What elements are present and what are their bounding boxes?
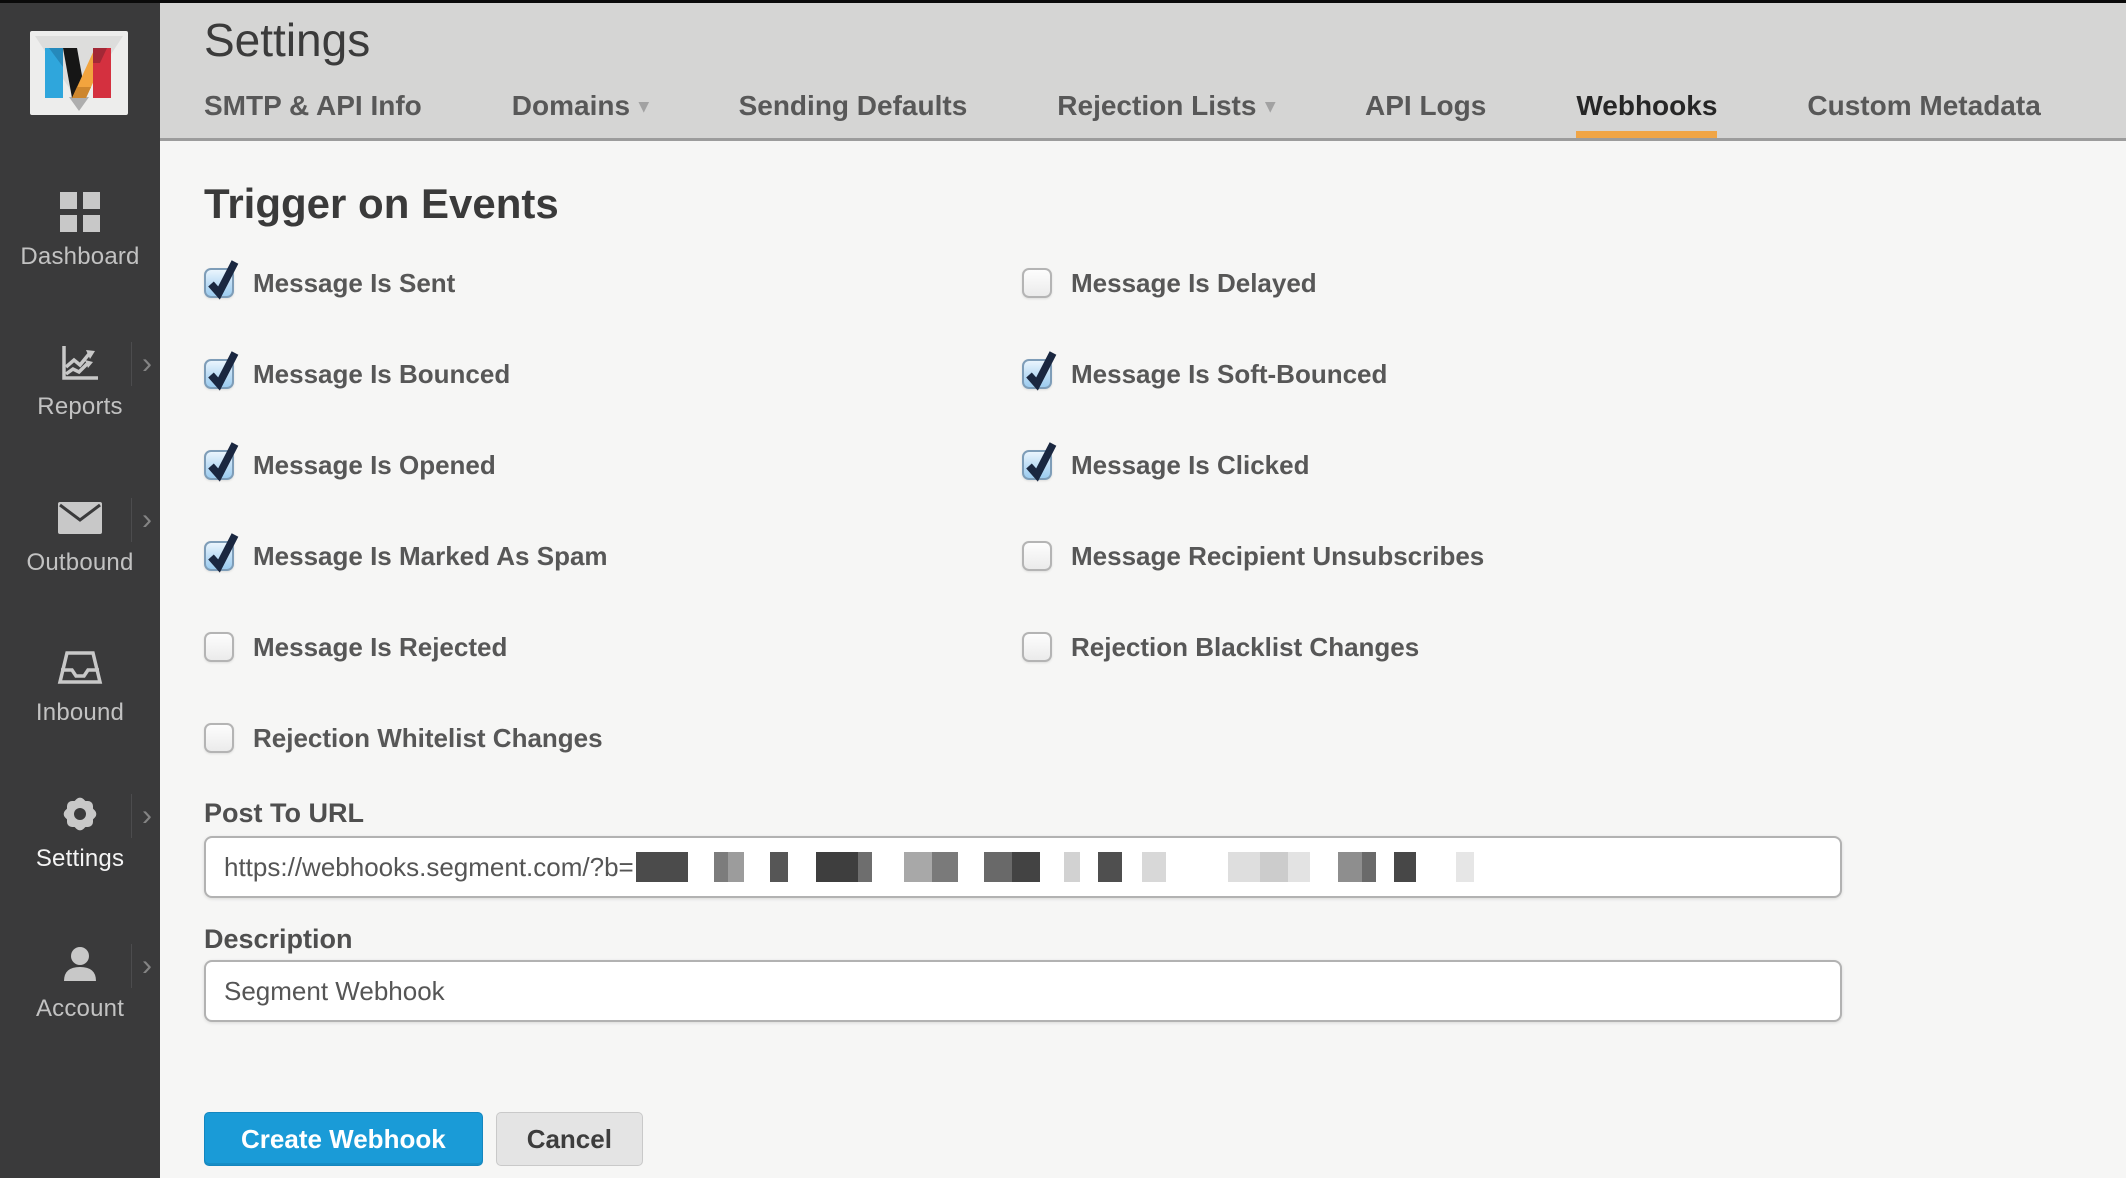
gear-icon (59, 793, 101, 835)
sidebar-item-settings[interactable]: Settings › (0, 791, 160, 873)
post-to-url-label: Post To URL (204, 798, 364, 829)
event-label[interactable]: Message Is Soft-Bounced (1071, 359, 1387, 389)
tab-domains[interactable]: Domains▾ (512, 90, 649, 138)
url-value-prefix: https://webhooks.segment.com/?b= (224, 852, 634, 883)
checkbox-rejection-blacklist-changes[interactable] (1022, 632, 1052, 662)
settings-tab-bar: SMTP & API Info▾ Domains▾ Sending Defaul… (204, 90, 2126, 138)
checkbox-message-is-clicked[interactable] (1022, 450, 1052, 480)
description-input[interactable] (224, 976, 1822, 1007)
checkbox-rejection-whitelist-changes[interactable] (204, 723, 234, 753)
caret-down-icon: ▾ (1265, 96, 1275, 117)
submenu-chevron-icon: › (131, 943, 152, 989)
event-label[interactable]: Message Is Sent (253, 268, 455, 298)
event-row-message-is-sent: Message Is Sent (204, 268, 1022, 359)
person-icon (59, 943, 101, 985)
mandrill-m-icon (30, 31, 128, 115)
sidebar-item-label: Inbound (0, 699, 160, 727)
event-row-recipient-unsubscribes: Message Recipient Unsubscribes (1022, 541, 1962, 632)
sidebar-item-label: Settings (0, 845, 160, 873)
sidebar-item-dashboard[interactable]: Dashboard › (0, 189, 160, 271)
page-title: Settings (204, 13, 370, 67)
tab-rejection-lists[interactable]: Rejection Lists▾ (1057, 90, 1275, 138)
mandrill-logo[interactable] (30, 31, 128, 115)
checkbox-message-is-opened[interactable] (204, 450, 234, 480)
event-label[interactable]: Message Is Bounced (253, 359, 510, 389)
event-row-message-is-clicked: Message Is Clicked (1022, 450, 1962, 541)
event-label[interactable]: Rejection Blacklist Changes (1071, 632, 1419, 662)
event-label[interactable]: Message Is Rejected (253, 632, 507, 662)
event-label[interactable]: Message Is Delayed (1071, 268, 1317, 298)
form-actions: Create Webhook Cancel (204, 1112, 643, 1166)
submenu-chevron-icon: › (131, 793, 152, 839)
event-label[interactable]: Rejection Whitelist Changes (253, 723, 603, 753)
checkbox-recipient-unsubscribes[interactable] (1022, 541, 1052, 571)
sidebar-item-inbound[interactable]: Inbound › (0, 645, 160, 727)
sidebar-item-account[interactable]: Account › (0, 941, 160, 1023)
sidebar-item-label: Reports (0, 393, 160, 421)
sidebar-item-label: Account (0, 995, 160, 1023)
post-to-url-input[interactable]: https://webhooks.segment.com/?b= (204, 836, 1842, 898)
event-row-message-is-bounced: Message Is Bounced (204, 359, 1022, 450)
event-label[interactable]: Message Recipient Unsubscribes (1071, 541, 1484, 571)
trigger-events-grid: Message Is Sent Message Is Delayed Messa… (204, 268, 1962, 814)
sidebar-item-outbound[interactable]: Outbound › (0, 495, 160, 577)
submenu-chevron-icon: › (131, 497, 152, 543)
window-top-strip (0, 0, 2126, 3)
create-webhook-button[interactable]: Create Webhook (204, 1112, 483, 1166)
sidebar-item-label: Dashboard (0, 243, 160, 271)
event-label[interactable]: Message Is Marked As Spam (253, 541, 608, 571)
checkbox-message-is-sent[interactable] (204, 268, 234, 298)
tab-webhooks[interactable]: Webhooks▾ (1576, 90, 1717, 138)
sidebar-item-reports[interactable]: Reports › (0, 339, 160, 421)
event-row-message-is-soft-bounced: Message Is Soft-Bounced (1022, 359, 1962, 450)
redacted-url-token (636, 852, 1474, 882)
event-row-message-is-opened: Message Is Opened (204, 450, 1022, 541)
webhook-form: Trigger on Events Message Is Sent Messag… (160, 144, 2126, 1178)
dashboard-grid-icon (60, 192, 100, 232)
description-input-wrap (204, 960, 1842, 1022)
submenu-chevron-icon: › (131, 341, 152, 387)
checkbox-message-is-soft-bounced[interactable] (1022, 359, 1052, 389)
sidebar-item-label: Outbound (0, 549, 160, 577)
event-row-message-marked-as-spam: Message Is Marked As Spam (204, 541, 1022, 632)
description-label: Description (204, 924, 353, 955)
envelope-icon (57, 501, 103, 535)
tab-smtp-api-info[interactable]: SMTP & API Info▾ (204, 90, 422, 138)
cancel-button[interactable]: Cancel (496, 1112, 643, 1166)
event-row-message-is-rejected: Message Is Rejected (204, 632, 1022, 723)
sidebar: Dashboard › Reports › Outbound › (0, 3, 160, 1178)
page-header: Settings SMTP & API Info▾ Domains▾ Sendi… (160, 3, 2126, 141)
tab-custom-metadata[interactable]: Custom Metadata▾ (1807, 90, 2040, 138)
section-heading: Trigger on Events (204, 180, 559, 228)
event-label[interactable]: Message Is Opened (253, 450, 496, 480)
checkbox-message-is-bounced[interactable] (204, 359, 234, 389)
event-label[interactable]: Message Is Clicked (1071, 450, 1309, 480)
tab-api-logs[interactable]: API Logs▾ (1365, 90, 1486, 138)
checkbox-message-marked-as-spam[interactable] (204, 541, 234, 571)
tab-sending-defaults[interactable]: Sending Defaults▾ (739, 90, 968, 138)
checkbox-message-is-rejected[interactable] (204, 632, 234, 662)
checkbox-message-is-delayed[interactable] (1022, 268, 1052, 298)
event-row-message-is-delayed: Message Is Delayed (1022, 268, 1962, 359)
event-row-rejection-blacklist-changes: Rejection Blacklist Changes (1022, 632, 1962, 723)
reports-chart-icon (58, 340, 102, 384)
inbox-tray-icon (57, 649, 103, 687)
caret-down-icon: ▾ (639, 96, 649, 117)
